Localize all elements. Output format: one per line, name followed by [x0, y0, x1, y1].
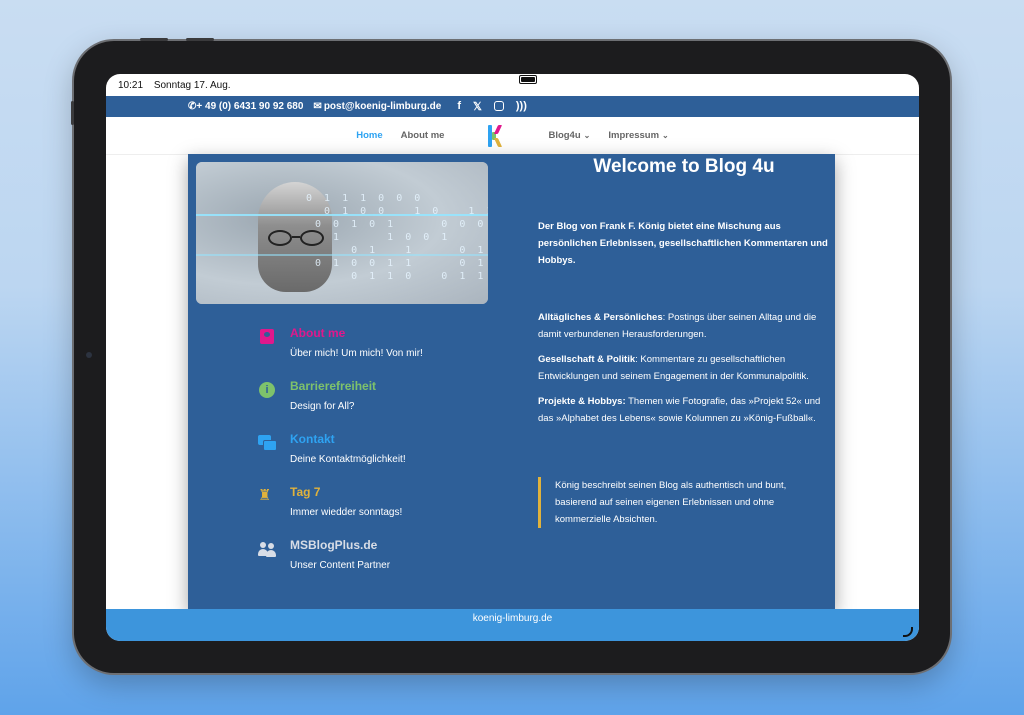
status-date: Sonntag 17. Aug.: [153, 79, 231, 91]
mail-icon: ✉: [313, 101, 322, 112]
feature-barrierefreiheit[interactable]: i Barrierefreiheit Design for All?: [258, 379, 423, 412]
point-projects: Projekte & Hobbys: Themen wie Fotografie…: [538, 393, 830, 427]
author-photo: 0 1 1 1 0 0 0 0 1 0 0 1 0 1 1 0 0 0 1 0 …: [196, 162, 488, 304]
nav-about-me[interactable]: About me: [401, 130, 445, 141]
phone-number: + 49 (0) 6431 90 92 680: [196, 101, 304, 112]
feature-msblogplus[interactable]: MSBlogPlus.de Unser Content Partner: [258, 538, 423, 571]
footer: koenig-limburg.de: [106, 609, 919, 641]
nav-blog4u-label: Blog4u: [548, 130, 581, 141]
status-bar: 10:21 Sonntag 17. Aug. ➤ ≋ 100 %: [106, 74, 919, 96]
feature-text: Design for All?: [290, 401, 355, 412]
x-icon[interactable]: 𝕏: [473, 100, 482, 113]
resize-handle-icon: [903, 627, 913, 637]
feature-title: Tag 7: [290, 485, 321, 499]
email-link[interactable]: ✉ post@koenig-limburg.de: [313, 101, 441, 112]
feature-title: MSBlogPlus.de: [290, 538, 378, 552]
intro-text: Der Blog von Frank F. König bietet eine …: [538, 221, 828, 266]
feature-text: Immer wiedder sonntags!: [290, 507, 403, 518]
email-address: post@koenig-limburg.de: [323, 101, 442, 112]
battery-icon: [519, 75, 538, 84]
chess-icon: ♜: [258, 487, 272, 504]
feature-about-me[interactable]: About me Über mich! Um mich! Von mir!: [258, 326, 423, 359]
footer-domain[interactable]: koenig-limburg.de: [473, 613, 553, 624]
feature-text: Über mich! Um mich! Von mir!: [290, 348, 423, 359]
hero-panel: 0 1 1 1 0 0 0 0 1 0 0 1 0 1 1 0 0 0 1 0 …: [188, 154, 835, 610]
point-everyday: Alltägliches & Persönliches: Postings üb…: [538, 309, 830, 343]
nav-impressum[interactable]: Impressum ⌄: [608, 130, 668, 141]
chevron-down-icon: ⌄: [583, 131, 591, 140]
point-label: Alltägliches & Persönliches: [538, 312, 663, 323]
screen: 10:21 Sonntag 17. Aug. ➤ ≋ 100 % ✆ + 49 …: [106, 74, 919, 641]
point-label: Projekte & Hobbys:: [538, 396, 626, 407]
feature-tag-7[interactable]: ♜ Tag 7 Immer wiedder sonntags!: [258, 485, 423, 518]
info-icon: i: [258, 381, 278, 401]
feature-kontakt[interactable]: Kontakt Deine Kontaktmöglichkeit!: [258, 432, 423, 465]
contact-bar: ✆ + 49 (0) 6431 90 92 680 ✉ post@koenig-…: [106, 96, 919, 117]
feature-text: Deine Kontaktmöglichkeit!: [290, 454, 406, 465]
contact-cards-icon: [258, 434, 278, 454]
point-label: Gesellschaft & Politik: [538, 354, 636, 365]
feature-text: Unser Content Partner: [290, 560, 391, 571]
intro-column: Welcome to Blog 4u Der Blog von Frank F.…: [538, 154, 830, 528]
nav-home[interactable]: Home: [356, 130, 382, 141]
battery-percent: 100 %: [484, 74, 514, 85]
binary-overlay: 0 1 1 1 0 0 0 0 1 0 0 1 0 1 1 0 0 0 1 0 …: [306, 193, 488, 282]
nav-impressum-label: Impressum: [608, 130, 660, 141]
blockquote: König beschreibt seinen Blog als authent…: [538, 477, 830, 528]
phone-link[interactable]: ✆ + 49 (0) 6431 90 92 680: [188, 101, 303, 112]
feature-title: Barrierefreiheit: [290, 379, 377, 393]
feature-title: Kontakt: [290, 432, 335, 446]
main-nav: Home About me Blog4u ⌄ Impressum ⌄: [106, 117, 919, 155]
page-title: Welcome to Blog 4u: [593, 156, 775, 177]
side-button: [71, 101, 74, 125]
top-button: [186, 38, 214, 41]
user-card-icon: [258, 328, 278, 348]
point-society: Gesellschaft & Politik: Kommentare zu ge…: [538, 351, 830, 385]
instagram-icon[interactable]: [493, 101, 504, 111]
social-links: f 𝕏 ))): [457, 100, 527, 113]
nav-blog4u[interactable]: Blog4u ⌄: [548, 130, 590, 141]
wifi-icon: ≋: [470, 74, 479, 85]
chevron-down-icon: ⌄: [662, 131, 669, 140]
feature-title: About me: [290, 326, 346, 340]
camera: [86, 352, 92, 358]
location-icon: ➤: [456, 74, 465, 85]
status-time: 10:21: [118, 79, 144, 91]
users-icon: [258, 540, 278, 560]
facebook-icon[interactable]: f: [457, 100, 461, 113]
feature-list: About me Über mich! Um mich! Von mir! i …: [258, 326, 423, 591]
site-logo[interactable]: [488, 124, 504, 147]
phone-icon: ✆: [188, 101, 197, 112]
top-button: [140, 38, 168, 41]
rss-icon[interactable]: ))): [516, 100, 527, 113]
